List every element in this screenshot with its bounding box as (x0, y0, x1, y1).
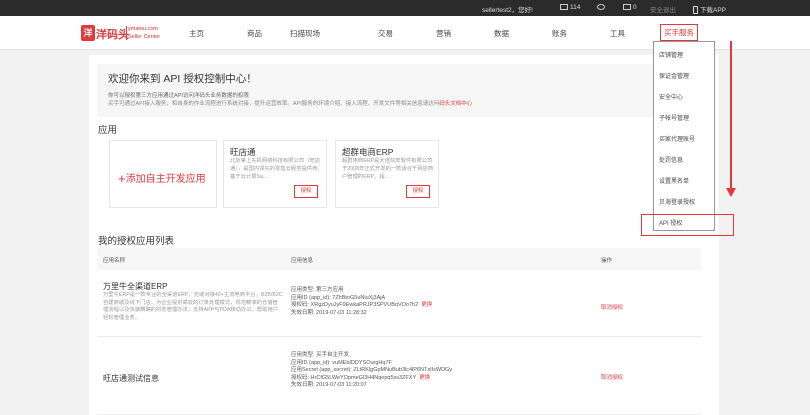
col-app-name: 应用名称 (103, 258, 126, 264)
nav-trade[interactable]: 交易 (378, 28, 393, 39)
top-bar: sellertest2，您好! 114 0 安全退出 下载APP (0, 0, 810, 16)
buyer-services-dropdown: 店铺管理 保证金管理 安全中心 子帐号管理 买家代理账号 处罚信息 设置黑名单 … (653, 41, 715, 231)
menu-penalty-info[interactable]: 处罚信息 (659, 155, 683, 164)
nav-products[interactable]: 商品 (247, 28, 262, 39)
welcome-title: 欢迎你来到 API 授权控制中心！ (108, 73, 257, 85)
row-app-name: 旺店通测试信息 (103, 374, 159, 383)
nav-data[interactable]: 数据 (494, 28, 509, 39)
logo-icon[interactable]: 洋 (81, 25, 95, 41)
col-actions: 操作 (601, 258, 613, 264)
authorized-apps-title: 我的授权应用列表 (98, 236, 175, 247)
revoke-auth-link[interactable]: 取消授权 (601, 373, 623, 381)
api-auth-highlight (641, 214, 734, 236)
download-app-link[interactable]: 下载APP (693, 4, 726, 14)
logout-link[interactable]: 安全退出 (650, 4, 676, 14)
doc-center-link[interactable]: 码头文档中心 (439, 101, 472, 107)
change-code-link[interactable]: 更换 (419, 375, 430, 381)
info-line: 应用Secret (app_secret): ZLtRKlgGpMNuBub3l… (291, 367, 453, 374)
nav-buyer-services[interactable]: 买手服务 (660, 24, 698, 41)
app-card-desc: 超群电商ERP是大连炫皮软件有限公司于2008年正式开发的一款适合于网店商户管理… (342, 158, 434, 180)
menu-subaccount-management[interactable]: 子帐号管理 (659, 113, 689, 122)
row-app-info: 应用类型: 买手自主开发 应用ID (app_id): vuMEbIDDYSOu… (291, 352, 452, 390)
add-custom-app-label: +添加自主开发应用 (118, 170, 206, 186)
apps-section-title: 应用 (98, 125, 118, 136)
authorize-button[interactable]: 授权 (294, 185, 318, 198)
menu-buyer-agent-account[interactable]: 买家代理账号 (659, 134, 695, 143)
notice-link[interactable]: 0 (623, 4, 637, 11)
menu-deposit-management[interactable]: 保证金管理 (659, 71, 689, 80)
phone-icon (693, 6, 698, 14)
authorize-button[interactable]: 授权 (406, 185, 430, 198)
info-line: 应用类型: 买手自主开发 (291, 352, 350, 358)
revoke-auth-link[interactable]: 取消授权 (601, 303, 623, 311)
auth-code: 授权码: HrCfG5LWeYOpmeGl3H4Nqepq5xs3ZFXY (291, 374, 417, 381)
menu-beihai-login-auth[interactable]: 贝海登录授权 (659, 197, 695, 206)
info-line: 失效日期: 2019-07-03 11:28:32 (291, 309, 367, 316)
menu-blacklist[interactable]: 设置黑名单 (659, 176, 689, 185)
nav-scan-scene[interactable]: 扫描现场 (290, 28, 320, 39)
messages-link[interactable]: 114 (560, 4, 580, 11)
add-custom-app-card[interactable]: +添加自主开发应用 (109, 140, 217, 208)
change-code-link[interactable]: 更换 (421, 302, 432, 308)
mail-icon (560, 4, 568, 10)
row-app-desc: 万里牛ERP是一款专业的全渠道ERP，无缝对接40+主流电商平台，B2B/B2C… (103, 292, 283, 321)
menu-security-center[interactable]: 安全中心 (659, 92, 683, 101)
table-header: 应用名称 应用信息 操作 (97, 248, 701, 270)
welcome-line-2: 买手可通过API接入服务，和自身的作业流程进行系统对接，提升运营效率。API服务… (108, 99, 472, 107)
nav-tools[interactable]: 工具 (610, 28, 625, 39)
add-custom-app-text: 添加自主开发应用 (125, 174, 206, 185)
row-app-name: 万里牛全渠道ERP (103, 282, 168, 291)
welcome-line-2-text: 买手可通过API接入服务，和自身的作业流程进行系统对接，提升运营效率。API服务… (108, 101, 440, 107)
notifications-link[interactable] (597, 4, 607, 11)
list-icon (623, 4, 631, 10)
app-card-wangdiantong: 旺店通 北京掌上先机网络科技有限公司（旺店通），是国内领先的零售云服务提供商，基… (223, 140, 327, 208)
main-content: 欢迎你来到 API 授权控制中心！ 你可以授权第三方应用通过API访问洋码头业务… (89, 55, 719, 415)
download-app-label: 下载APP (700, 7, 727, 14)
auth-code: 授权码: XRgzDyuJyF9EwkaPRJP3SPVUBqVOo7h2 (291, 302, 419, 309)
greeting-text: sellertest2，您好! (482, 7, 533, 14)
plus-icon: + (118, 171, 126, 186)
logo-text[interactable]: 洋码头 (96, 26, 129, 42)
bell-icon (597, 4, 605, 10)
annotation-arrow-line (730, 41, 732, 191)
row-app-info: 应用类型: 第三方应用 应用ID (app_id): 7ZhBtoG5uNluX… (291, 287, 432, 317)
welcome-line-1: 你可以授权第三方应用通过API访问洋码头业务数据的权限 (108, 93, 249, 99)
info-line: 应用类型: 第三方应用 (291, 287, 344, 293)
logo-seller-center: Seller Center (128, 34, 161, 40)
logo-domain: ymatou.com (128, 26, 158, 32)
app-card-chaoqun-erp: 超群电商ERP 超群电商ERP是大连炫皮软件有限公司于2008年正式开发的一款适… (335, 140, 439, 208)
logo-divider (126, 26, 127, 40)
messages-count: 114 (570, 4, 581, 11)
table-row: 旺店通测试信息 应用类型: 买手自主开发 应用ID (app_id): vuME… (97, 340, 701, 415)
welcome-panel: 欢迎你来到 API 授权控制中心！ 你可以授权第三方应用通过API访问洋码头业务… (97, 64, 701, 117)
info-line: 失效日期: 2019-07-03 11:20:07 (291, 382, 367, 389)
nav-marketing[interactable]: 营销 (436, 28, 451, 39)
annotation-arrow-head (726, 188, 736, 197)
app-card-desc: 北京掌上先机网络科技有限公司（旺店通），是国内领先的零售云服务提供商，基于云计算… (230, 158, 323, 180)
col-app-info: 应用信息 (291, 258, 314, 264)
info-line: 授权码: XRgzDyuJyF9EwkaPRJP3SPVUBqVOo7h2 更换 (291, 302, 432, 310)
table-row: 万里牛全渠道ERP 万里牛ERP是一款专业的全渠道ERP，无缝对接40+主流电商… (97, 273, 701, 337)
notice-count: 0 (633, 4, 637, 11)
nav-home[interactable]: 主页 (189, 28, 204, 39)
menu-shop-management[interactable]: 店铺管理 (659, 50, 683, 59)
nav-accounting[interactable]: 账务 (552, 28, 567, 39)
